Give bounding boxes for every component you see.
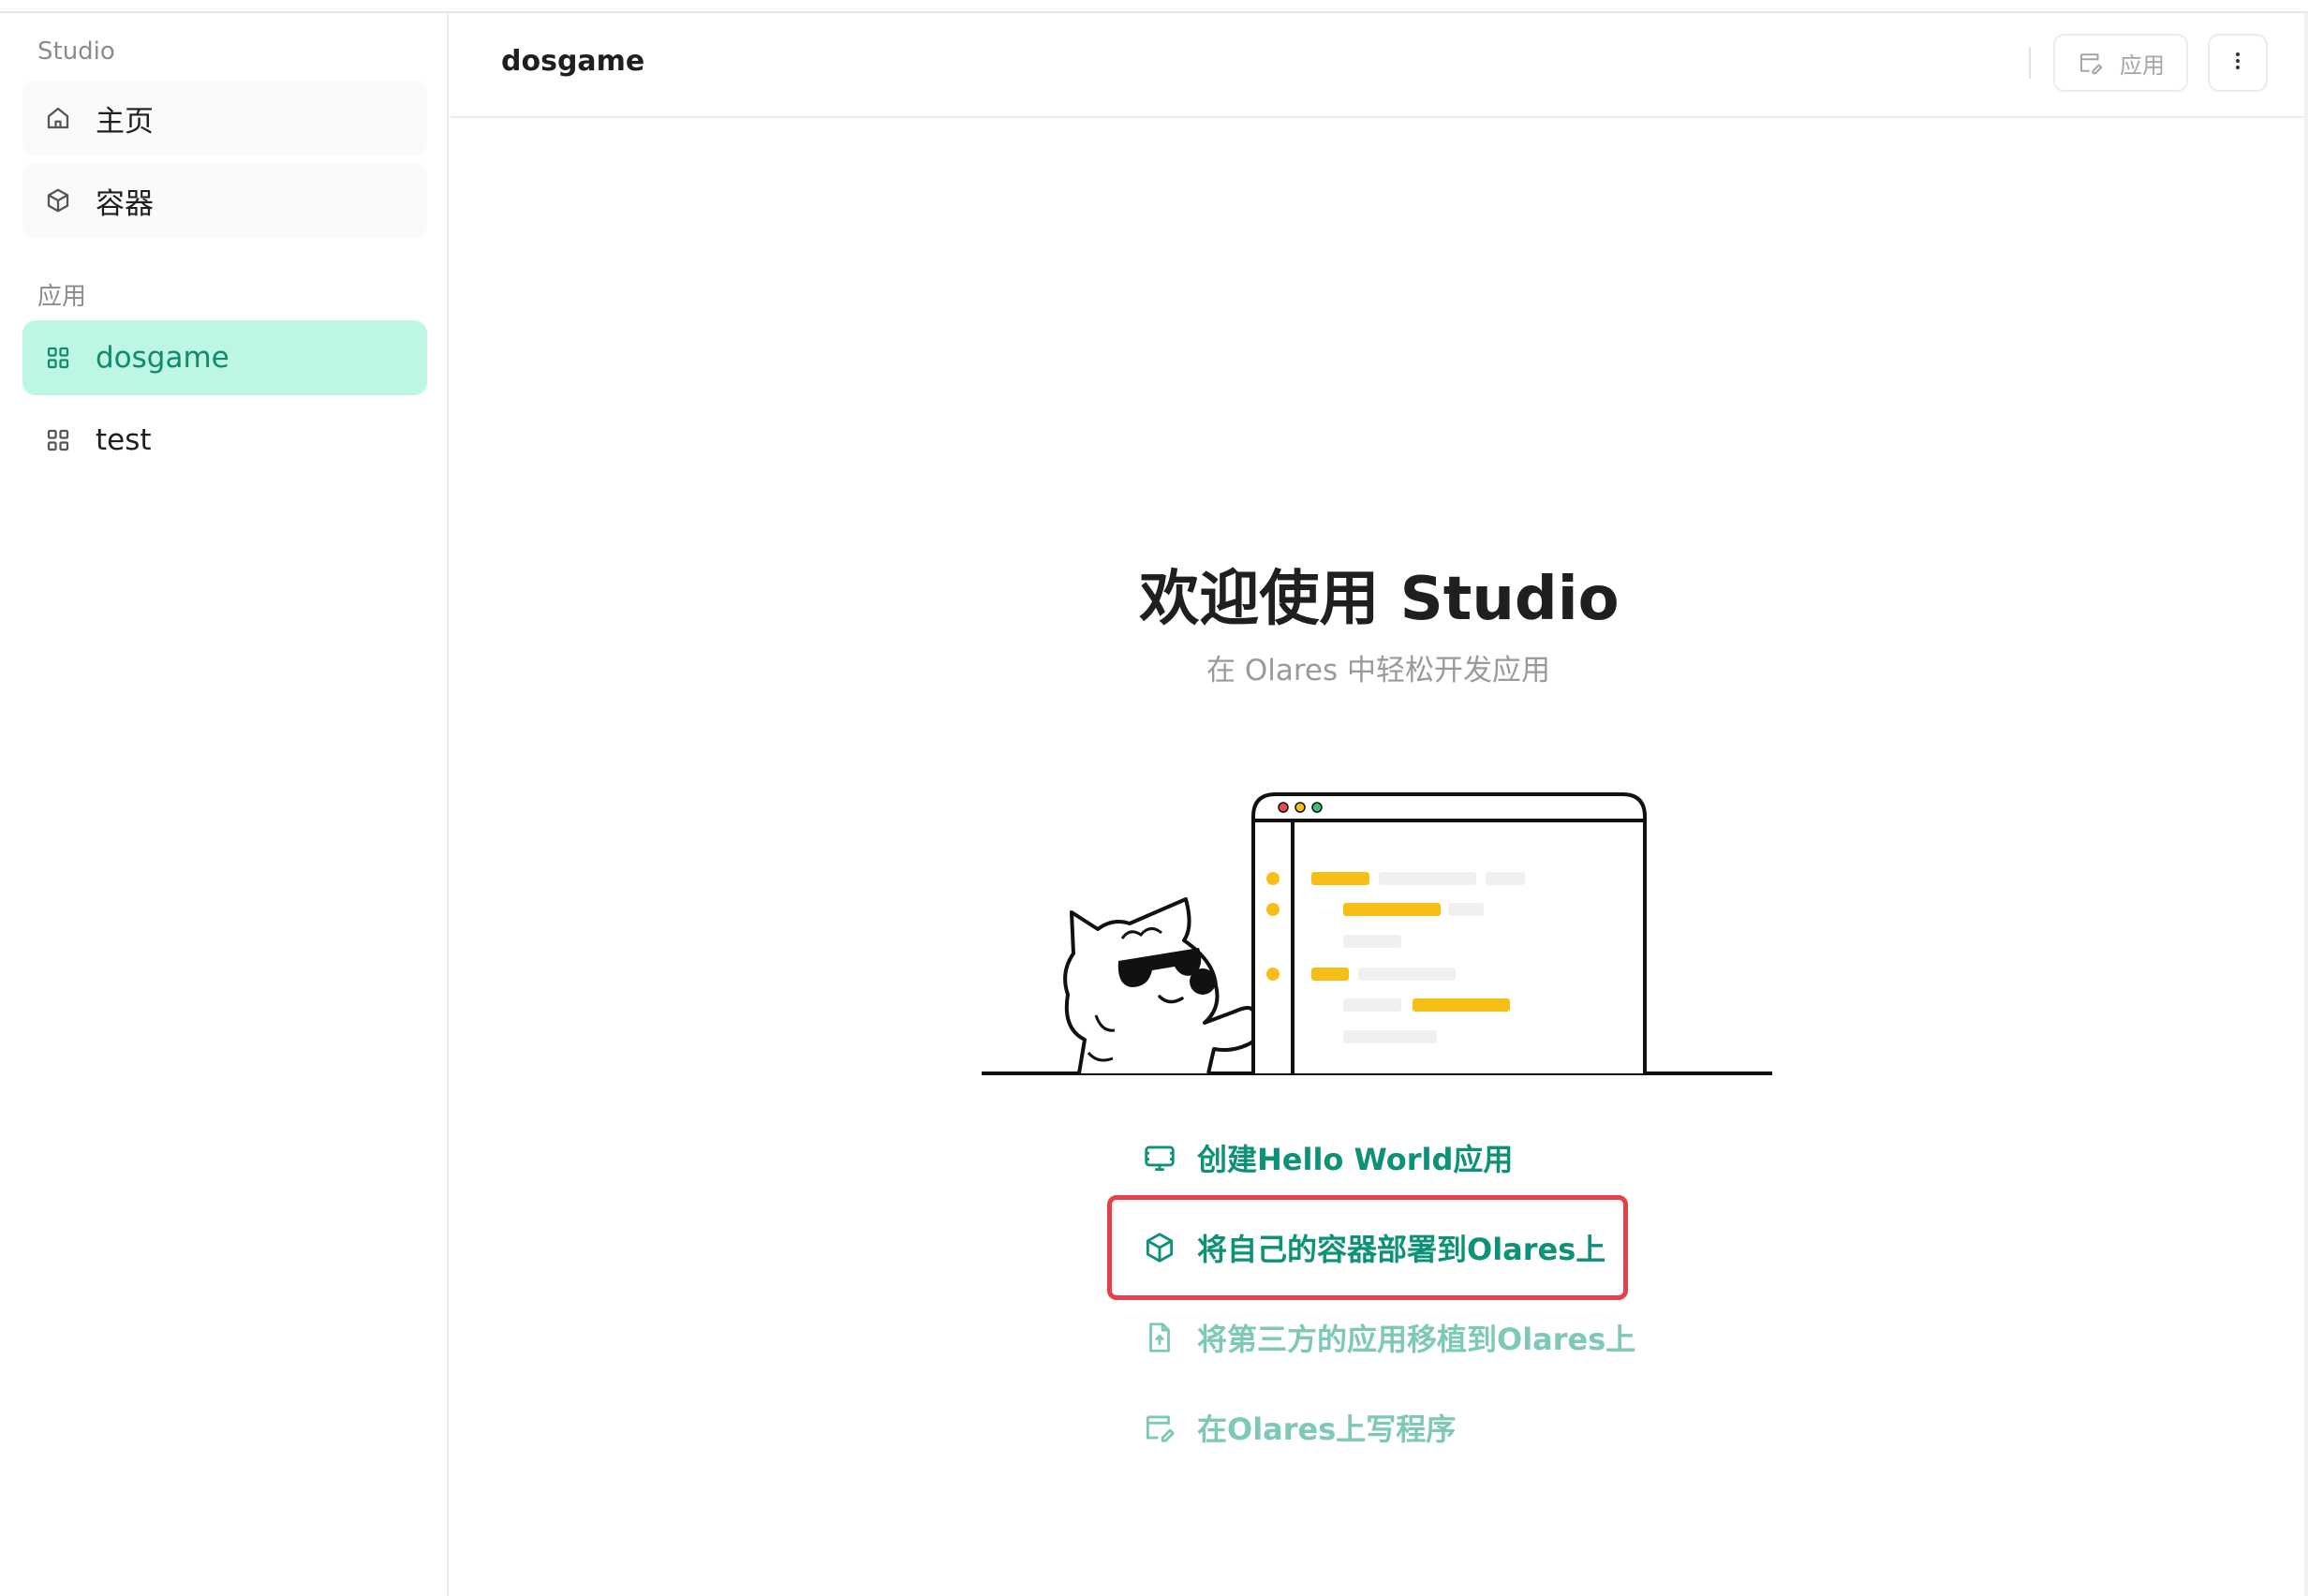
sidebar-item-label: 主页 [96, 104, 154, 139]
welcome-title: 欢迎使用 Studio [1139, 565, 1620, 634]
sidebar-item-home[interactable]: 主页 [22, 81, 427, 155]
page-header: dosgame 应用 [451, 13, 2308, 118]
sidebar-item-dosgame[interactable]: dosgame [22, 320, 427, 395]
sidebar-item-containers[interactable]: 容器 [22, 163, 427, 238]
sidebar-item-label: dosgame [96, 341, 229, 375]
grid-icon [41, 423, 75, 457]
edit-app-icon [1141, 1409, 1178, 1446]
cube-icon [41, 184, 75, 217]
sidebar-item-test[interactable]: test [22, 403, 427, 478]
deploy-container-link[interactable]: 将自己的容器部署到Olares上 [1141, 1225, 1605, 1270]
file-upload-icon [1141, 1319, 1178, 1356]
apply-button-label: 应用 [2120, 52, 2165, 79]
monitor-icon [1141, 1139, 1178, 1176]
sidebar-item-label: test [96, 423, 152, 457]
header-divider [2029, 47, 2031, 79]
create-hello-world-link[interactable]: 创建Hello World应用 [1141, 1135, 1513, 1180]
welcome-title-wrap: 欢迎使用 Studio [0, 551, 2308, 637]
sidebar-item-label: 容器 [96, 186, 154, 221]
action-label: 将第三方的应用移植到Olares上 [1197, 1322, 1636, 1357]
apps-section-label: 应用 [37, 283, 87, 311]
window-top-border [0, 0, 2308, 13]
action-label: 将自己的容器部署到Olares上 [1197, 1232, 1606, 1267]
sidebar-app-name: Studio [37, 37, 115, 66]
action-label: 在Olares上写程序 [1197, 1411, 1457, 1447]
scrollbar[interactable] [2304, 13, 2308, 1596]
action-label: 创建Hello World应用 [1197, 1142, 1514, 1177]
apply-button[interactable]: 应用 [2053, 34, 2188, 92]
welcome-subtitle: 在 Olares 中轻松开发应用 [1206, 654, 1551, 687]
more-vertical-icon [2233, 50, 2242, 76]
home-icon [41, 101, 75, 135]
grid-icon [41, 341, 75, 375]
cube-icon [1141, 1229, 1178, 1266]
port-third-party-link[interactable]: 将第三方的应用移植到Olares上 [1141, 1315, 1635, 1360]
more-options-button[interactable] [2208, 34, 2268, 92]
edit-app-icon [2077, 49, 2105, 77]
page-title: dosgame [501, 45, 645, 78]
sidebar: Studio 主页 容器 应用 dosgame test [0, 13, 449, 1596]
write-code-link[interactable]: 在Olares上写程序 [1141, 1405, 1456, 1450]
welcome-illustration [982, 787, 1772, 1079]
